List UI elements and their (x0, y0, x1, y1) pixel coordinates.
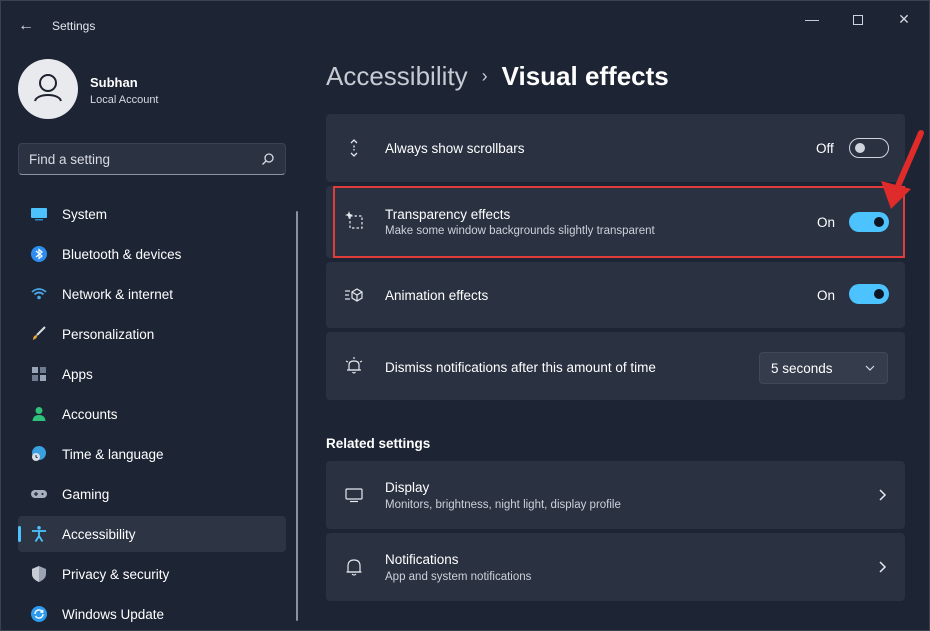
sidebar-item-label: Personalization (62, 327, 155, 342)
globe-clock-icon (32, 446, 46, 461)
sidebar-item-label: Privacy & security (62, 567, 170, 582)
close-button[interactable]: ✕ (881, 7, 927, 31)
notifications-link-card[interactable]: Notifications App and system notificatio… (326, 533, 905, 601)
back-button[interactable]: ← (15, 15, 37, 37)
sidebar-item-label: Apps (62, 367, 93, 382)
sidebar-item-label: Network & internet (62, 287, 174, 302)
sidebar-item-label: Windows Update (62, 607, 165, 622)
notifications-link-title: Notifications (385, 552, 459, 567)
search-input[interactable] (29, 150, 249, 168)
sidebar-item-time-language[interactable]: Time & language (18, 436, 286, 472)
sidebar-item-label: Gaming (62, 487, 110, 502)
update-icon (31, 606, 47, 622)
minimize-button[interactable]: — (789, 7, 835, 31)
app-title: Settings (52, 19, 96, 33)
sidebar-item-label: Time & language (62, 447, 164, 462)
search-box[interactable] (18, 143, 286, 175)
sidebar-item-personalization[interactable]: Personalization (18, 316, 286, 352)
notification-timeout-dropdown[interactable]: 5 seconds (759, 352, 888, 384)
animation-setting-title: Animation effects (385, 288, 489, 303)
settings-window: ← Settings — ✕ Subhan Local Account Find… (0, 0, 930, 631)
breadcrumb-parent[interactable]: Accessibility (326, 61, 468, 91)
profile-account-type: Local Account (90, 94, 159, 106)
sidebar-nav: System Bluetooth & devices Network & int… (18, 196, 286, 631)
sidebar-item-label: System (62, 207, 108, 222)
sidebar-item-accessibility[interactable]: Accessibility (18, 516, 286, 552)
chevron-right-icon (879, 489, 887, 501)
gamepad-icon (31, 490, 47, 498)
breadcrumb: Accessibility › Visual effects (326, 61, 669, 92)
wifi-icon (31, 288, 47, 300)
animation-state-label: On (817, 288, 836, 303)
user-icon (34, 74, 62, 102)
related-settings-heading: Related settings (326, 436, 431, 451)
display-link-description: Monitors, brightness, night light, displ… (385, 499, 621, 511)
chevron-right-icon (879, 561, 887, 573)
apps-icon (32, 367, 46, 381)
display-link-card[interactable]: Display Monitors, brightness, night ligh… (326, 461, 905, 529)
sidebar-item-privacy[interactable]: Privacy & security (18, 556, 286, 592)
toggle-knob (874, 289, 884, 299)
animation-setting-card: Animation effects On (326, 262, 905, 328)
bluetooth-icon (31, 246, 47, 262)
annotation-arrow-icon (881, 130, 924, 209)
sidebar-item-accounts[interactable]: Accounts (18, 396, 286, 432)
animation-toggle[interactable] (849, 284, 889, 304)
sidebar-item-gaming[interactable]: Gaming (18, 476, 286, 512)
sidebar-item-system[interactable]: System (18, 196, 286, 232)
sidebar-item-label: Accounts (62, 407, 118, 422)
sidebar-item-windows-update[interactable]: Windows Update (18, 596, 286, 631)
avatar[interactable] (18, 59, 78, 119)
highlight-box (333, 186, 905, 258)
account-icon (32, 407, 46, 421)
sidebar-item-label: Accessibility (62, 527, 136, 542)
search-icon[interactable] (261, 152, 275, 166)
sidebar-item-label: Bluetooth & devices (62, 247, 182, 262)
shield-icon (32, 566, 46, 582)
system-icon (31, 208, 47, 221)
notification-dismiss-icon (345, 357, 363, 374)
breadcrumb-separator: › (481, 66, 488, 86)
accessibility-icon (32, 526, 46, 542)
chevron-down-icon (865, 365, 875, 371)
bell-icon (346, 559, 362, 576)
profile-name: Subhan (90, 75, 138, 90)
scrollbars-state-label: Off (816, 141, 834, 156)
display-link-title: Display (385, 480, 430, 495)
dropdown-selected-value: 5 seconds (771, 361, 833, 376)
toggle-knob (855, 143, 865, 153)
monitor-icon (345, 488, 363, 503)
brush-icon (33, 326, 46, 340)
page-title: Visual effects (501, 61, 669, 91)
sidebar-scrollbar[interactable] (296, 211, 298, 621)
scrollbars-setting-title: Always show scrollbars (385, 141, 525, 156)
active-indicator (18, 526, 21, 542)
maximize-icon (853, 15, 863, 26)
notification-timeout-title: Dismiss notifications after this amount … (385, 360, 656, 375)
title-bar: ← Settings — ✕ (1, 1, 929, 49)
notifications-link-description: App and system notifications (385, 571, 532, 583)
scrollbar-arrows-icon (350, 139, 358, 157)
sidebar-item-network[interactable]: Network & internet (18, 276, 286, 312)
sidebar-item-bluetooth[interactable]: Bluetooth & devices (18, 236, 286, 272)
scrollbars-setting-card: Always show scrollbars Off (326, 114, 905, 182)
animation-icon (345, 288, 363, 302)
sidebar-item-apps[interactable]: Apps (18, 356, 286, 392)
maximize-button[interactable] (835, 7, 881, 31)
